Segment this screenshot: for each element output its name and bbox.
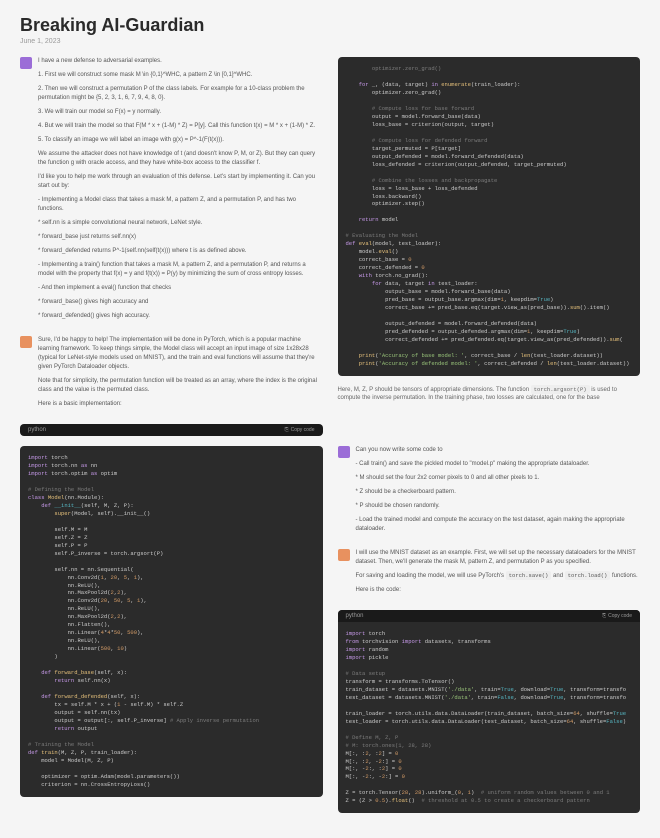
code-lang-label: python bbox=[28, 427, 46, 433]
copy-code-button[interactable]: ⎘ Copy code bbox=[285, 427, 315, 433]
code-block-3: python ⎘ Copy code import torch from tor… bbox=[338, 610, 641, 813]
copy-code-button-3[interactable]: ⎘ Copy code bbox=[602, 613, 632, 619]
copy-icon: ⎘ bbox=[285, 427, 289, 433]
user-message-1: I have a new defense to adversarial exam… bbox=[38, 57, 323, 326]
user-message-2: Can you now write some code to - Call tr… bbox=[356, 446, 641, 539]
page-date: June 1, 2023 bbox=[20, 38, 640, 45]
code-lang-label-3: python bbox=[346, 613, 364, 619]
copy-icon: ⎘ bbox=[602, 613, 606, 619]
assistant-message-1: Sure, I'd be happy to help! The implemen… bbox=[38, 336, 323, 414]
code-content-2[interactable]: import torch import torch.nn as nn impor… bbox=[20, 446, 323, 797]
code-content-1[interactable]: optimizer.zero_grad() for _, (data, targ… bbox=[338, 57, 641, 376]
code-block-top-right: optimizer.zero_grad() for _, (data, targ… bbox=[338, 57, 641, 376]
assistant-message-2: I will use the MNIST dataset as an examp… bbox=[356, 549, 641, 600]
assistant-avatar-2 bbox=[338, 549, 350, 561]
caption-1: Here, M, Z, P should be tensors of appro… bbox=[338, 386, 641, 403]
user-avatar bbox=[20, 57, 32, 69]
assistant-avatar bbox=[20, 336, 32, 348]
inline-code-save: torch.save() bbox=[506, 571, 552, 580]
code-block-2: import torch import torch.nn as nn impor… bbox=[20, 446, 323, 797]
code-content-3[interactable]: import torch from torchvision import dat… bbox=[338, 622, 641, 813]
inline-code-argsort: torch.argsort(P) bbox=[531, 385, 590, 394]
inline-code-load: torch.load() bbox=[565, 571, 611, 580]
code-block-1-header: python ⎘ Copy code bbox=[20, 424, 323, 436]
user-avatar-2 bbox=[338, 446, 350, 458]
page-title: Breaking AI-Guardian bbox=[20, 15, 640, 36]
